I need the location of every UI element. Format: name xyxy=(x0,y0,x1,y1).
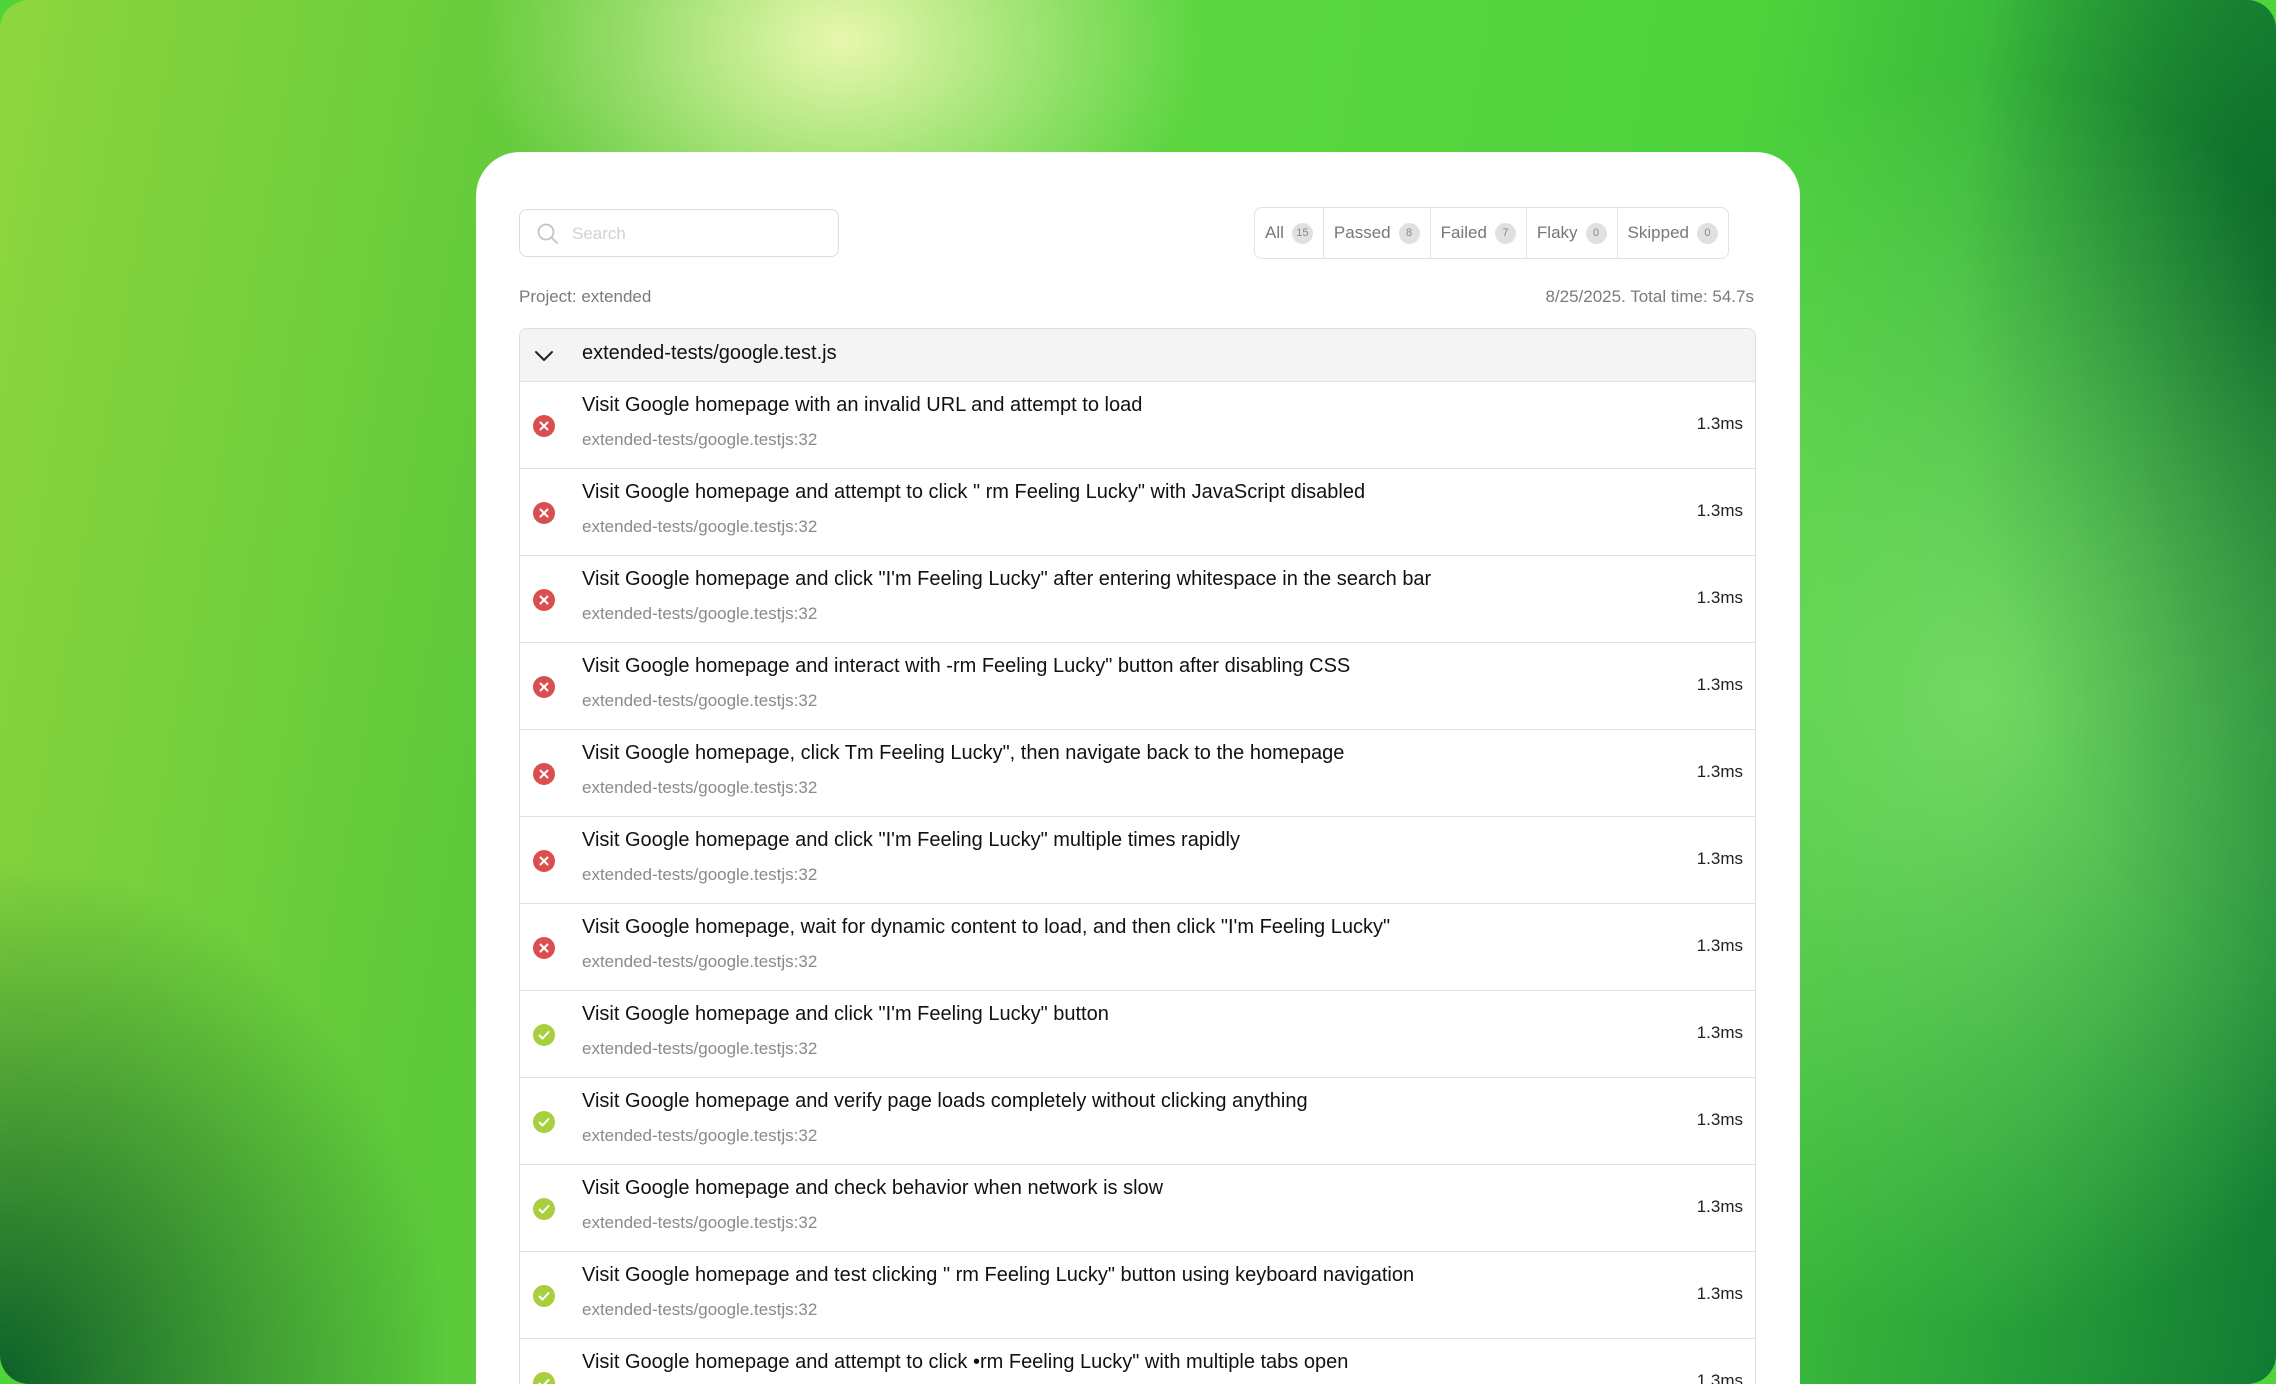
test-location: extended-tests/google.testjs:32 xyxy=(582,430,818,449)
tab-label: Skipped xyxy=(1627,223,1689,242)
file-name: extended-tests/google.test.js xyxy=(582,342,837,364)
test-location: extended-tests/google.testjs:32 xyxy=(582,1300,818,1319)
test-duration: 1.3ms xyxy=(1696,675,1743,694)
status-filter-tabs: All 15 Passed 8 Failed 7 Flaky 0 Skipped… xyxy=(1254,207,1729,259)
test-duration: 1.3ms xyxy=(1696,1371,1743,1384)
test-duration: 1.3ms xyxy=(1696,1110,1743,1129)
test-row[interactable]: Visit Google homepage and attempt to cli… xyxy=(520,1339,1755,1384)
test-title[interactable]: Visit Google homepage, wait for dynamic … xyxy=(582,916,1390,939)
background: All 15 Passed 8 Failed 7 Flaky 0 Skipped… xyxy=(0,0,2276,1384)
test-row[interactable]: Visit Google homepage with an invalid UR… xyxy=(520,382,1755,469)
test-row[interactable]: Visit Google homepage and click "I'm Fee… xyxy=(520,556,1755,643)
test-row[interactable]: Visit Google homepage and verify page lo… xyxy=(520,1078,1755,1165)
test-location: extended-tests/google.testjs:32 xyxy=(582,1213,818,1232)
count-badge: 8 xyxy=(1398,222,1420,244)
test-row[interactable]: Visit Google homepage and test clicking … xyxy=(520,1252,1755,1339)
test-duration: 1.3ms xyxy=(1696,1284,1743,1303)
file-group-header[interactable]: extended-tests/google.test.js xyxy=(520,329,1755,382)
passed-icon xyxy=(532,1197,556,1226)
test-row[interactable]: Visit Google homepage and interact with … xyxy=(520,643,1755,730)
search-input[interactable] xyxy=(570,210,834,257)
tab-label: Flaky xyxy=(1536,223,1578,242)
failed-icon xyxy=(532,414,556,443)
test-duration: 1.3ms xyxy=(1696,414,1743,433)
test-report-card: All 15 Passed 8 Failed 7 Flaky 0 Skipped… xyxy=(476,152,1800,1384)
test-location: extended-tests/google.testjs:32 xyxy=(582,1126,818,1145)
failed-icon xyxy=(532,675,556,704)
test-row[interactable]: Visit Google homepage, click Tm Feeling … xyxy=(520,730,1755,817)
test-title[interactable]: Visit Google homepage and check behavior… xyxy=(582,1177,1163,1200)
tab-flaky[interactable]: Flaky 0 xyxy=(1525,208,1617,258)
test-location: extended-tests/google.testjs:32 xyxy=(582,778,818,797)
test-title[interactable]: Visit Google homepage and test clicking … xyxy=(582,1264,1414,1287)
failed-icon xyxy=(532,588,556,617)
count-badge: 15 xyxy=(1291,222,1313,244)
test-title[interactable]: Visit Google homepage and interact with … xyxy=(582,655,1350,678)
test-location: extended-tests/google.testjs:32 xyxy=(582,865,818,884)
failed-icon xyxy=(532,762,556,791)
passed-icon xyxy=(532,1110,556,1139)
test-title[interactable]: Visit Google homepage and click "I'm Fee… xyxy=(582,829,1240,852)
test-title[interactable]: Visit Google homepage and click "I'm Fee… xyxy=(582,568,1431,591)
test-location: extended-tests/google.testjs:32 xyxy=(582,691,818,710)
test-duration: 1.3ms xyxy=(1696,588,1743,607)
test-location: extended-tests/google.testjs:32 xyxy=(582,517,818,536)
passed-icon xyxy=(532,1284,556,1313)
test-duration: 1.3ms xyxy=(1696,1023,1743,1042)
chevron-down-icon[interactable] xyxy=(532,344,556,368)
test-title[interactable]: Visit Google homepage and attempt to cli… xyxy=(582,481,1365,504)
tab-failed[interactable]: Failed 7 xyxy=(1429,208,1526,258)
test-row[interactable]: Visit Google homepage and click "I'm Fee… xyxy=(520,991,1755,1078)
failed-icon xyxy=(532,501,556,530)
count-badge: 7 xyxy=(1494,222,1516,244)
count-badge: 0 xyxy=(1585,222,1607,244)
test-title[interactable]: Visit Google homepage and attempt to cli… xyxy=(582,1351,1348,1374)
tab-passed[interactable]: Passed 8 xyxy=(1322,208,1430,258)
test-duration: 1.3ms xyxy=(1696,936,1743,955)
test-title[interactable]: Visit Google homepage and verify page lo… xyxy=(582,1090,1308,1113)
test-row[interactable]: Visit Google homepage and click "I'm Fee… xyxy=(520,817,1755,904)
tab-label: All xyxy=(1265,223,1284,242)
tab-skipped[interactable]: Skipped 0 xyxy=(1616,208,1728,258)
test-file-group: extended-tests/google.test.js Visit Goog… xyxy=(519,328,1756,1384)
test-location: extended-tests/google.testjs:32 xyxy=(582,604,818,623)
test-title[interactable]: Visit Google homepage, click Tm Feeling … xyxy=(582,742,1344,765)
test-duration: 1.3ms xyxy=(1696,849,1743,868)
test-row[interactable]: Visit Google homepage, wait for dynamic … xyxy=(520,904,1755,991)
passed-icon xyxy=(532,1023,556,1052)
test-row[interactable]: Visit Google homepage and check behavior… xyxy=(520,1165,1755,1252)
test-duration: 1.3ms xyxy=(1696,501,1743,520)
failed-icon xyxy=(532,849,556,878)
test-row[interactable]: Visit Google homepage and attempt to cli… xyxy=(520,469,1755,556)
project-label: Project: extended xyxy=(519,287,652,306)
tab-all[interactable]: All 15 xyxy=(1255,208,1323,258)
test-title[interactable]: Visit Google homepage with an invalid UR… xyxy=(582,394,1142,417)
count-badge: 0 xyxy=(1696,222,1718,244)
test-duration: 1.3ms xyxy=(1696,1197,1743,1216)
tab-label: Passed xyxy=(1333,223,1391,242)
test-location: extended-tests/google.testjs:32 xyxy=(582,1039,818,1058)
search-icon xyxy=(537,223,558,244)
run-summary: 8/25/2025. Total time: 54.7s xyxy=(1545,287,1754,306)
search-box[interactable] xyxy=(519,209,839,257)
tab-label: Failed xyxy=(1440,223,1487,242)
test-title[interactable]: Visit Google homepage and click "I'm Fee… xyxy=(582,1003,1109,1026)
test-location: extended-tests/google.testjs:32 xyxy=(582,952,818,971)
passed-icon xyxy=(532,1371,556,1384)
test-list: Visit Google homepage with an invalid UR… xyxy=(520,382,1755,1384)
test-duration: 1.3ms xyxy=(1696,762,1743,781)
failed-icon xyxy=(532,936,556,965)
